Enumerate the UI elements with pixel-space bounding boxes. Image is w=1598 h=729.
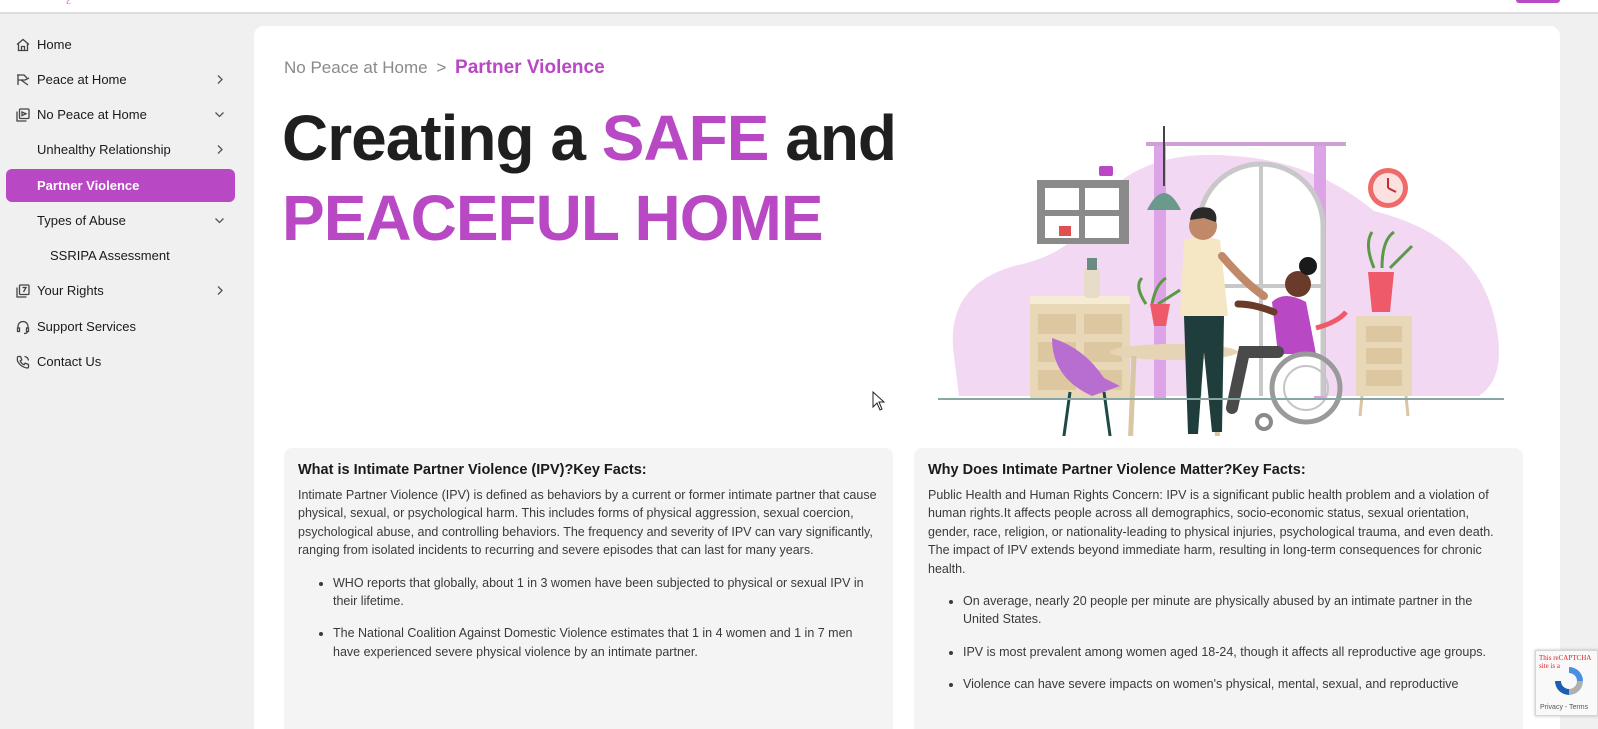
- title-line-1: Creating a SAFE and: [282, 98, 897, 178]
- hero-illustration: [938, 126, 1504, 436]
- breadcrumb-current: Partner Violence: [455, 57, 605, 78]
- card-body: Intimate Partner Violence (IPV) is defin…: [298, 488, 877, 558]
- sidebar-item-label: Support Services: [37, 319, 136, 334]
- page-title: Creating a SAFE and PEACEFUL HOME: [282, 98, 897, 258]
- top-bar: ℰ: [0, 0, 1598, 14]
- breadcrumb-separator: >: [436, 58, 447, 77]
- card-title: What is Intimate Partner Violence (IPV)?…: [298, 462, 647, 478]
- sidebar-item-label: No Peace at Home: [37, 107, 147, 122]
- breadcrumb: No Peace at Home > Partner Violence: [284, 57, 605, 79]
- phone-icon: [15, 354, 31, 370]
- home-icon: [15, 37, 31, 53]
- sidebar-item-unhealthy-relationship[interactable]: Unhealthy Relationship: [6, 133, 235, 166]
- title-accent: SAFE: [601, 102, 770, 174]
- recaptcha-links[interactable]: Privacy - Terms: [1540, 704, 1588, 711]
- sidebar-item-label: Peace at Home: [37, 72, 127, 87]
- chevron-down-icon: [214, 109, 225, 120]
- breadcrumb-parent-link[interactable]: No Peace at Home: [284, 58, 428, 77]
- sidebar-item-peace-at-home[interactable]: Peace at Home: [6, 63, 235, 96]
- key-facts-list: On average, nearly 20 people per minute …: [928, 592, 1509, 694]
- sidebar-item-home[interactable]: Home: [6, 28, 235, 61]
- site-logo[interactable]: ℰ: [66, 0, 78, 4]
- gallery-icon: [15, 107, 31, 123]
- title-prefix: Creating a: [282, 102, 602, 174]
- chevron-right-icon: [214, 144, 225, 155]
- key-facts-list: WHO reports that globally, about 1 in 3 …: [298, 574, 879, 662]
- sidebar-item-support-services[interactable]: Support Services: [6, 310, 235, 343]
- sidebar-item-label: Contact Us: [37, 354, 102, 369]
- list-item: WHO reports that globally, about 1 in 3 …: [333, 574, 879, 611]
- sidebar-item-label: Types of Abuse: [37, 213, 126, 228]
- info-card-what-is-ipv: What is Intimate Partner Violence (IPV)?…: [284, 448, 893, 729]
- sidebar-item-label: Partner Violence: [37, 178, 140, 193]
- list-item: IPV is most prevalent among women aged 1…: [963, 643, 1509, 661]
- list-item: The National Coalition Against Domestic …: [333, 624, 879, 661]
- main-content: No Peace at Home > Partner Violence Crea…: [254, 26, 1560, 729]
- recaptcha-badge[interactable]: This reCAPTCHA site is a Privacy - Terms: [1535, 650, 1598, 716]
- rights-icon: [15, 283, 31, 299]
- peace-icon: [15, 72, 31, 88]
- title-line-2: PEACEFUL HOME: [282, 182, 824, 254]
- sidebar-item-contact-us[interactable]: Contact Us: [6, 345, 235, 378]
- recaptcha-icon: [1555, 667, 1583, 695]
- list-item: On average, nearly 20 people per minute …: [963, 592, 1509, 629]
- card-title: Why Does Intimate Partner Violence Matte…: [928, 462, 1306, 478]
- info-card-why-ipv-matters: Why Does Intimate Partner Violence Matte…: [914, 448, 1523, 729]
- list-item: Violence can have severe impacts on wome…: [963, 675, 1509, 693]
- header-action-button[interactable]: [1516, 0, 1560, 3]
- sidebar-item-ssripa-assessment[interactable]: SSRIPA Assessment: [6, 239, 235, 272]
- title-suffix: and: [768, 102, 897, 174]
- sidebar-item-label: Home: [37, 37, 72, 52]
- sidebar-item-label: SSRIPA Assessment: [50, 248, 170, 263]
- sidebar-nav: Home Peace at Home No Peace at Home Unhe…: [0, 16, 246, 729]
- sidebar-item-label: Your Rights: [37, 283, 104, 298]
- sidebar-item-your-rights[interactable]: Your Rights: [6, 274, 235, 307]
- mouse-cursor-icon: [872, 391, 886, 411]
- card-body: Public Health and Human Rights Concern: …: [928, 488, 1494, 576]
- chevron-down-icon: [214, 215, 225, 226]
- sidebar-item-no-peace-at-home[interactable]: No Peace at Home: [6, 98, 235, 131]
- sidebar-item-types-of-abuse[interactable]: Types of Abuse: [6, 204, 235, 237]
- sidebar-item-label: Unhealthy Relationship: [37, 142, 171, 157]
- chevron-right-icon: [214, 285, 225, 296]
- chevron-right-icon: [214, 74, 225, 85]
- headset-icon: [15, 319, 31, 335]
- sidebar-item-partner-violence[interactable]: Partner Violence: [6, 169, 235, 202]
